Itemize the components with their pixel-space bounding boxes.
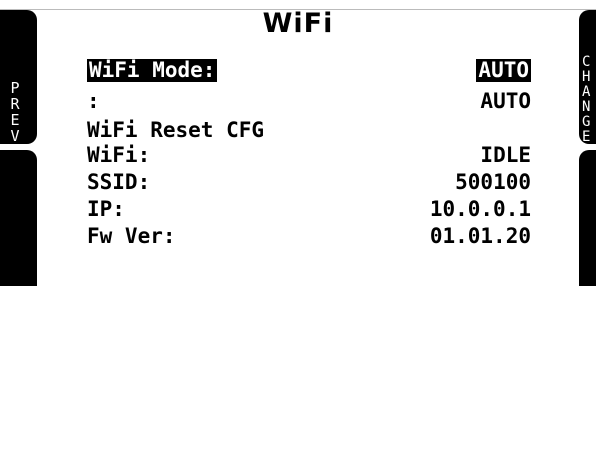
next-softkey-label: N E X T <box>10 367 20 433</box>
ip-label: IP: <box>87 197 125 221</box>
exit-softkey[interactable]: E X I T <box>579 150 596 436</box>
secondary-mode-value[interactable]: AUTO <box>480 90 531 113</box>
wifi-settings-screen: P R E V N E X T C H A N G E E X I T WiFi… <box>0 0 596 436</box>
wifi-mode-row[interactable]: WiFi Mode: AUTO <box>87 59 531 83</box>
wifi-status-value: IDLE <box>480 143 531 167</box>
fw-version-label: Fw Ver: <box>87 224 176 248</box>
exit-softkey-label: E X I T <box>582 369 591 436</box>
next-softkey[interactable]: N E X T <box>0 150 37 432</box>
ssid-value: 500100 <box>455 170 531 194</box>
wifi-mode-value[interactable]: AUTO <box>476 59 531 82</box>
wifi-status-row: WiFi: IDLE <box>87 144 531 168</box>
ip-row: IP: 10.0.0.1 <box>87 198 531 222</box>
ssid-row: SSID: 500100 <box>87 171 531 195</box>
ssid-label: SSID: <box>87 170 151 194</box>
wifi-reset-cfg-row[interactable]: WiFi Reset CFG <box>87 119 531 143</box>
fw-version-row: Fw Ver: 01.01.20 <box>87 225 531 249</box>
wifi-status-label: WiFi: <box>87 143 151 167</box>
fw-version-value: 01.01.20 <box>429 224 531 248</box>
page-title: WiFi <box>262 8 334 39</box>
wifi-reset-cfg-label: WiFi Reset CFG <box>87 118 265 142</box>
wifi-mode-label: WiFi Mode: <box>87 58 218 82</box>
secondary-mode-row[interactable]: : AUTO <box>87 90 531 114</box>
ip-value: 10.0.0.1 <box>429 197 531 221</box>
secondary-mode-label: : <box>87 89 100 113</box>
